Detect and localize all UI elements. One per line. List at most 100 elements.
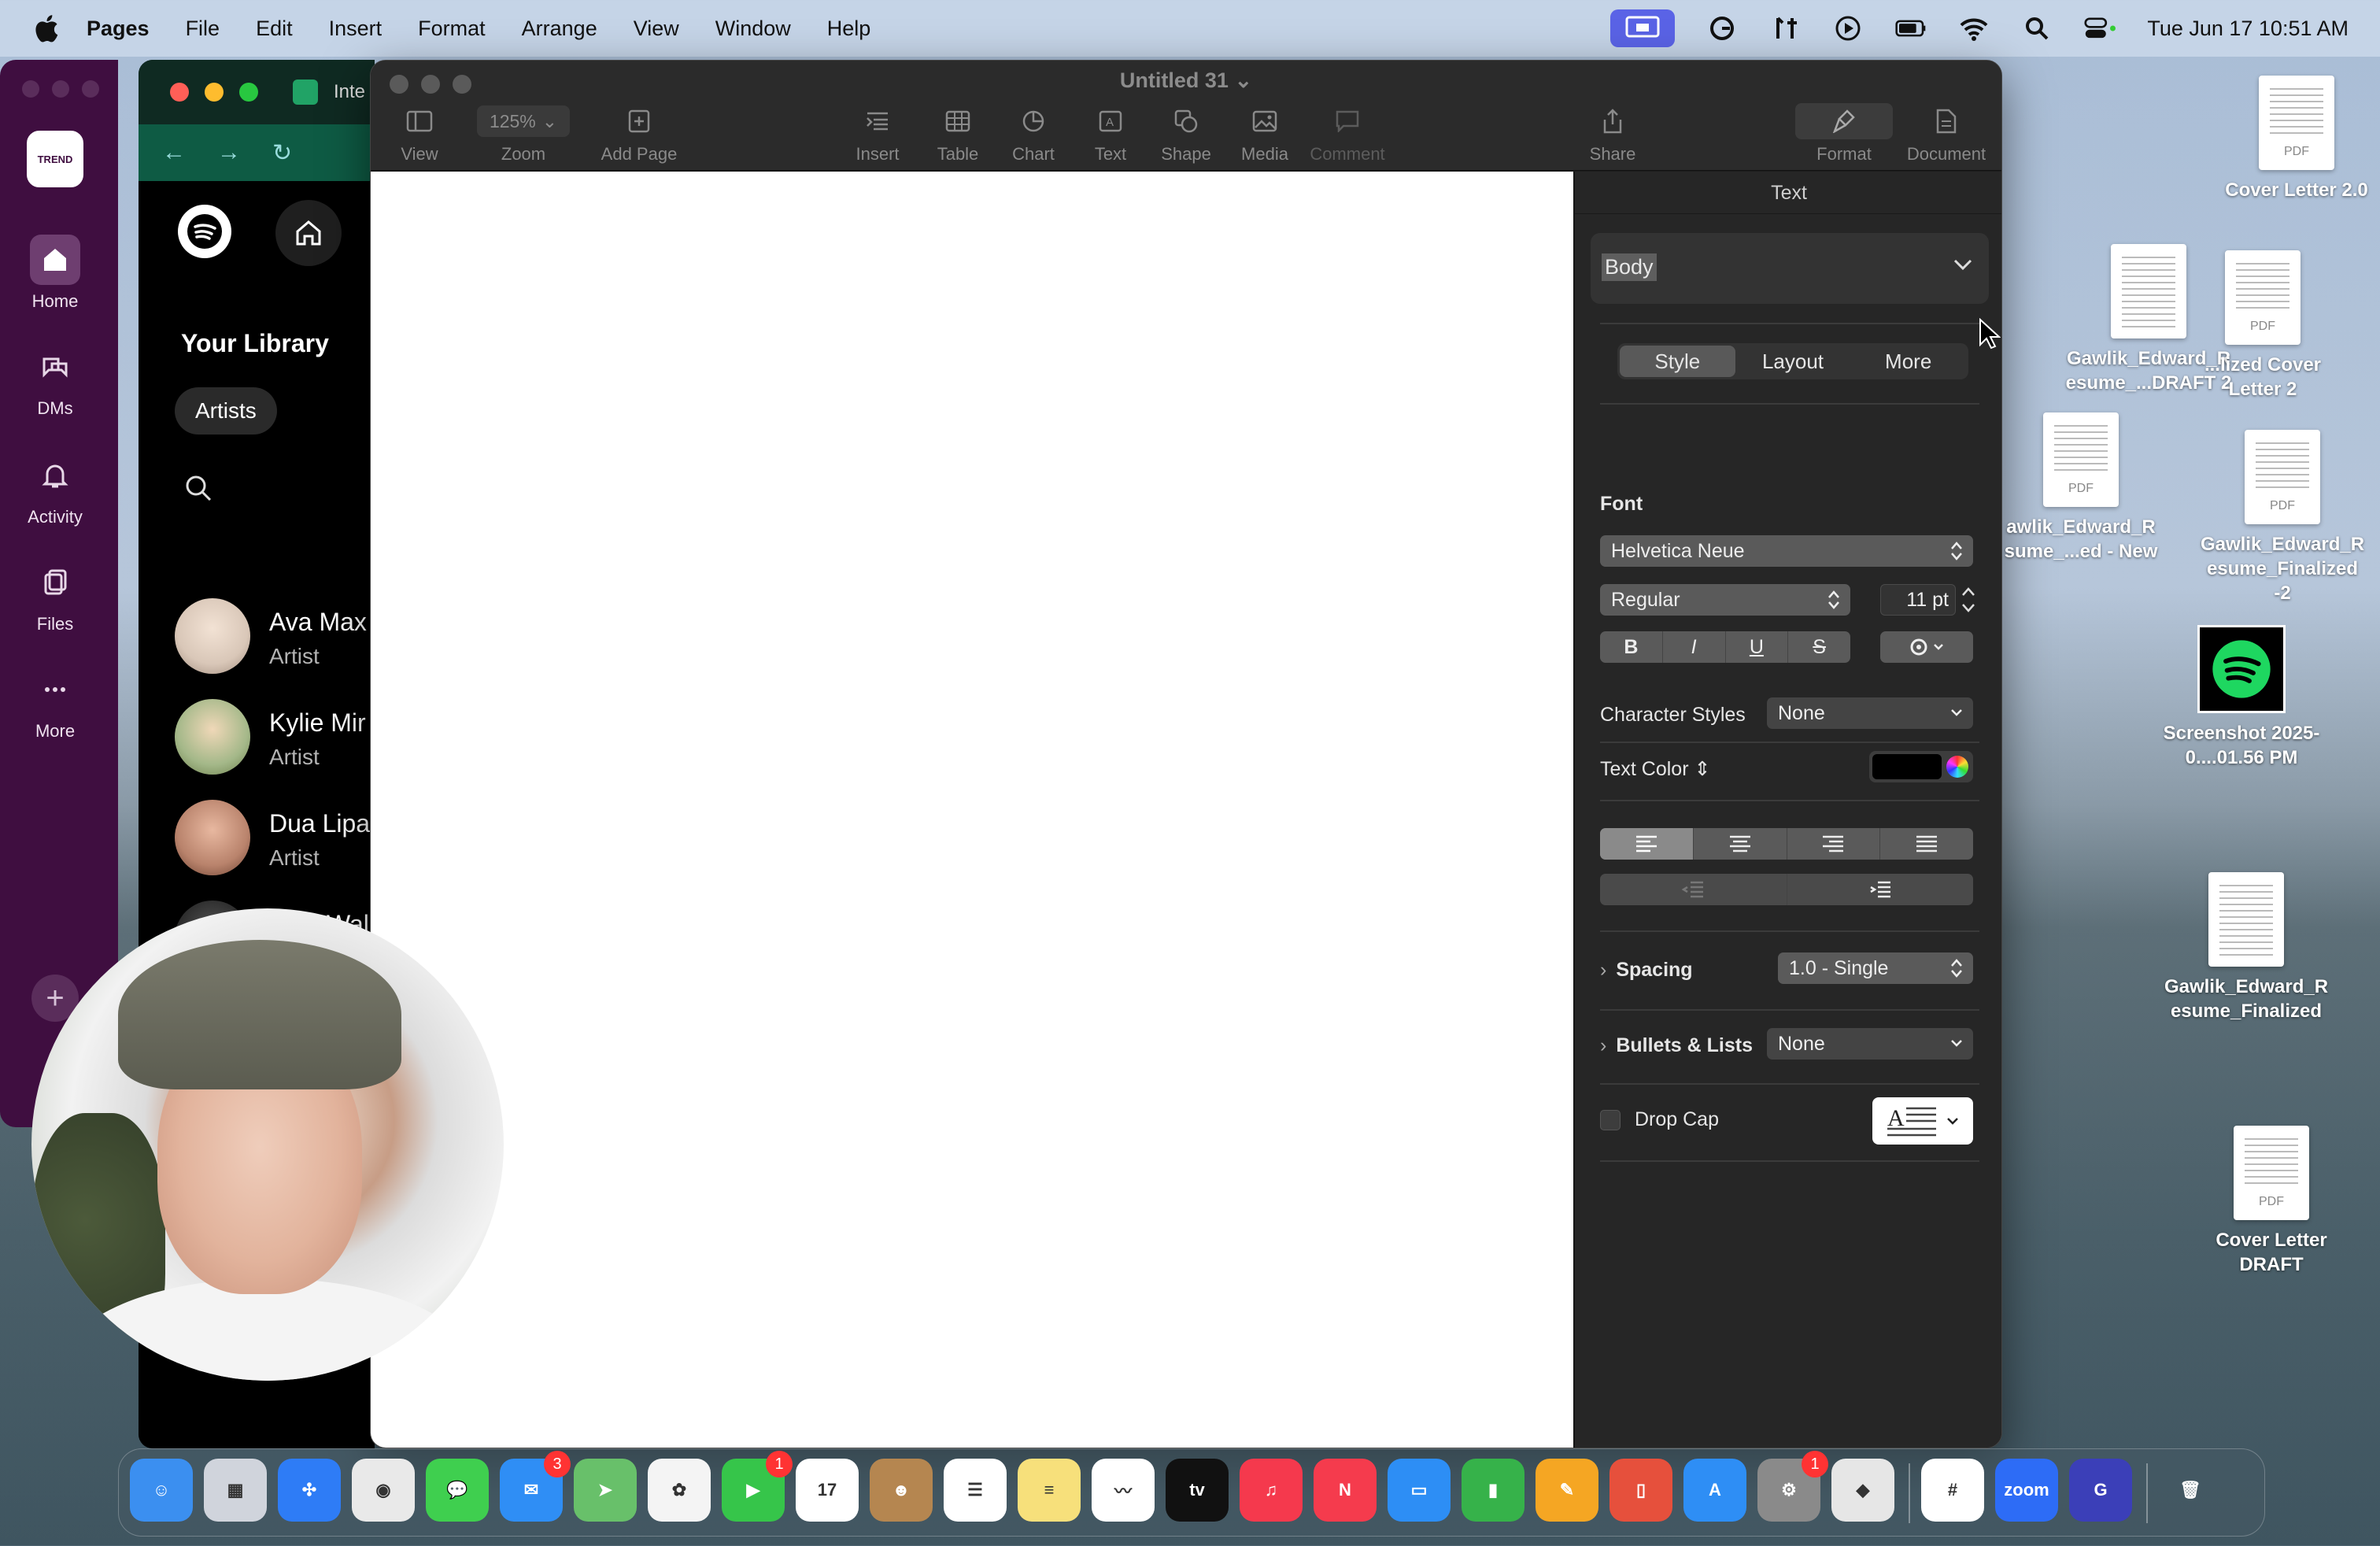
character-styles-popup[interactable]: None bbox=[1767, 697, 1973, 729]
menu-help[interactable]: Help bbox=[827, 17, 871, 41]
list-item[interactable]: Kylie Mir Artist bbox=[175, 699, 375, 786]
text-color-popup[interactable]: Text Color ⇕ bbox=[1600, 757, 1710, 781]
webcam-overlay[interactable] bbox=[31, 908, 504, 1381]
dock-app-photos[interactable]: ✿ bbox=[648, 1459, 711, 1522]
screen-share-icon[interactable] bbox=[1610, 9, 1676, 47]
typeface-popup[interactable]: Regular bbox=[1600, 584, 1850, 616]
dock-app-slack[interactable]: # bbox=[1921, 1459, 1984, 1522]
table-button[interactable]: Table bbox=[918, 103, 997, 165]
menu-bar-clock[interactable]: Tue Jun 17 10:51 AM bbox=[2147, 17, 2349, 41]
dock-app-facetime[interactable]: ▶ 1 bbox=[722, 1451, 793, 1522]
back-icon[interactable]: ← bbox=[162, 139, 186, 166]
share-button[interactable]: Share bbox=[1573, 103, 1652, 165]
advanced-options-button[interactable] bbox=[1880, 631, 1973, 663]
paragraph-style-popup[interactable]: Body bbox=[1591, 233, 1989, 304]
increase-indent-button[interactable] bbox=[1787, 874, 1974, 905]
zoom-window-button[interactable] bbox=[239, 83, 258, 102]
underline-button[interactable]: U bbox=[1726, 631, 1789, 663]
forward-icon[interactable]: → bbox=[217, 139, 241, 166]
menu-edit[interactable]: Edit bbox=[256, 17, 293, 41]
battery-icon[interactable] bbox=[1895, 13, 1927, 44]
strikethrough-button[interactable]: S bbox=[1788, 631, 1850, 663]
workspace-logo[interactable]: TREND bbox=[27, 131, 83, 187]
bullets-lists-disclosure[interactable]: › Bullets & Lists bbox=[1600, 1034, 1753, 1057]
font-size-field[interactable]: 11 pt bbox=[1880, 584, 1956, 616]
desktop-file-finalized-cover-letter-2[interactable]: PDF ...lized Cover Letter 2 bbox=[2180, 250, 2345, 401]
dock-app-calendar[interactable]: 17 bbox=[796, 1459, 859, 1522]
dock-app-freeform[interactable]: 〰 bbox=[1092, 1459, 1155, 1522]
spacing-popup[interactable]: 1.0 - Single bbox=[1778, 952, 1973, 984]
insert-button[interactable]: Insert bbox=[838, 103, 917, 165]
dock-app-mail[interactable]: ✉ 3 bbox=[500, 1451, 571, 1522]
menu-file[interactable]: File bbox=[186, 17, 220, 41]
home-icon[interactable] bbox=[275, 200, 342, 266]
app-name-menu[interactable]: Pages bbox=[87, 17, 150, 41]
document-canvas[interactable] bbox=[371, 172, 1573, 1448]
play-menu-icon[interactable] bbox=[1832, 13, 1864, 44]
menu-window[interactable]: Window bbox=[715, 17, 791, 41]
dock-app-notes[interactable]: ≡ bbox=[1018, 1459, 1081, 1522]
dock-app-app-store[interactable]: A bbox=[1683, 1459, 1746, 1522]
dock-app-reminders[interactable]: ☰ bbox=[944, 1459, 1007, 1522]
menu-arrange[interactable]: Arrange bbox=[522, 17, 597, 41]
dock-app-messages[interactable]: 💬 bbox=[426, 1459, 489, 1522]
dock-app-tv[interactable]: tv bbox=[1166, 1459, 1229, 1522]
dock-app-numbers[interactable]: ▮ bbox=[1462, 1459, 1524, 1522]
align-left-button[interactable] bbox=[1600, 828, 1694, 860]
text-button[interactable]: A Text bbox=[1071, 103, 1150, 165]
slack-window-controls[interactable] bbox=[22, 80, 99, 98]
dock-app-contacts[interactable]: ☻ bbox=[870, 1459, 933, 1522]
comment-button[interactable]: Comment bbox=[1296, 103, 1399, 165]
dock-app-chrome[interactable]: ◉ bbox=[352, 1459, 415, 1522]
color-wheel-icon[interactable] bbox=[1946, 756, 1968, 778]
dock-app-iphone-mirroring[interactable]: ▯ bbox=[1609, 1459, 1672, 1522]
dock-app-keynote[interactable]: ▭ bbox=[1388, 1459, 1451, 1522]
italic-button[interactable]: I bbox=[1663, 631, 1726, 663]
search-icon[interactable] bbox=[184, 474, 213, 502]
dock-app-pages[interactable]: ✎ bbox=[1536, 1459, 1598, 1522]
dock-app-safari[interactable]: ✣ bbox=[278, 1459, 341, 1522]
menu-format[interactable]: Format bbox=[418, 17, 486, 41]
desktop-file-screenshot[interactable]: Screenshot 2025-0....01.56 PM bbox=[2155, 625, 2328, 770]
dock-app-system-settings[interactable]: ⚙ 1 bbox=[1757, 1451, 1828, 1522]
close-window-button[interactable] bbox=[170, 83, 189, 102]
font-family-popup[interactable]: Helvetica Neue bbox=[1600, 535, 1973, 567]
slack-nav-files[interactable]: Files bbox=[0, 557, 110, 634]
desktop-file-resume-new[interactable]: PDF awlik_Edward_R sume_...ed - New bbox=[1994, 412, 2168, 564]
drop-cap-style-popup[interactable]: A bbox=[1872, 1097, 1973, 1145]
align-right-button[interactable] bbox=[1787, 828, 1881, 860]
dock-app-music[interactable]: ♫ bbox=[1240, 1459, 1303, 1522]
decrease-indent-button[interactable] bbox=[1600, 874, 1787, 905]
slack-nav-more[interactable]: More bbox=[0, 664, 110, 742]
spotlight-search-icon[interactable] bbox=[2021, 13, 2053, 44]
artists-filter-chip[interactable]: Artists bbox=[175, 387, 277, 435]
tab-more[interactable]: More bbox=[1850, 346, 1966, 377]
control-center-icon[interactable] bbox=[2084, 13, 2116, 44]
shape-button[interactable]: Shape bbox=[1147, 103, 1225, 165]
spotify-logo-icon[interactable] bbox=[178, 205, 231, 258]
add-page-button[interactable]: Add Page bbox=[572, 103, 706, 165]
tools-menu-icon[interactable] bbox=[1769, 13, 1801, 44]
menu-insert[interactable]: Insert bbox=[329, 17, 382, 41]
dock-app-news[interactable]: N bbox=[1314, 1459, 1377, 1522]
chart-button[interactable]: Chart bbox=[994, 103, 1073, 165]
zoom-control[interactable]: 125% ⌄ Zoom bbox=[468, 103, 578, 165]
text-color-well[interactable] bbox=[1869, 751, 1973, 782]
minimize-window-button[interactable] bbox=[205, 83, 224, 102]
desktop-file-resume-finalized[interactable]: Gawlik_Edward_R esume_Finalized bbox=[2160, 872, 2333, 1023]
document-title[interactable]: Untitled 31 ⌄ bbox=[371, 68, 2001, 93]
dock-app-trash[interactable]: 🗑 bbox=[2159, 1459, 2222, 1522]
view-button[interactable]: View bbox=[388, 103, 451, 165]
slack-nav-dms[interactable]: DMs bbox=[0, 342, 110, 419]
grammarly-menu-icon[interactable] bbox=[1706, 13, 1738, 44]
dock-app-roblox[interactable]: ◆ bbox=[1831, 1459, 1894, 1522]
media-button[interactable]: Media bbox=[1225, 103, 1304, 165]
wifi-icon[interactable] bbox=[1958, 13, 1990, 44]
your-library-title[interactable]: Your Library bbox=[181, 329, 329, 358]
dock-app-maps[interactable]: ➤ bbox=[574, 1459, 637, 1522]
bold-button[interactable]: B bbox=[1600, 631, 1663, 663]
dock-app-launchpad[interactable]: ▦ bbox=[204, 1459, 267, 1522]
apple-menu-icon[interactable] bbox=[31, 13, 60, 44]
dock-app-grammarly[interactable]: G bbox=[2069, 1459, 2132, 1522]
align-center-button[interactable] bbox=[1694, 828, 1787, 860]
